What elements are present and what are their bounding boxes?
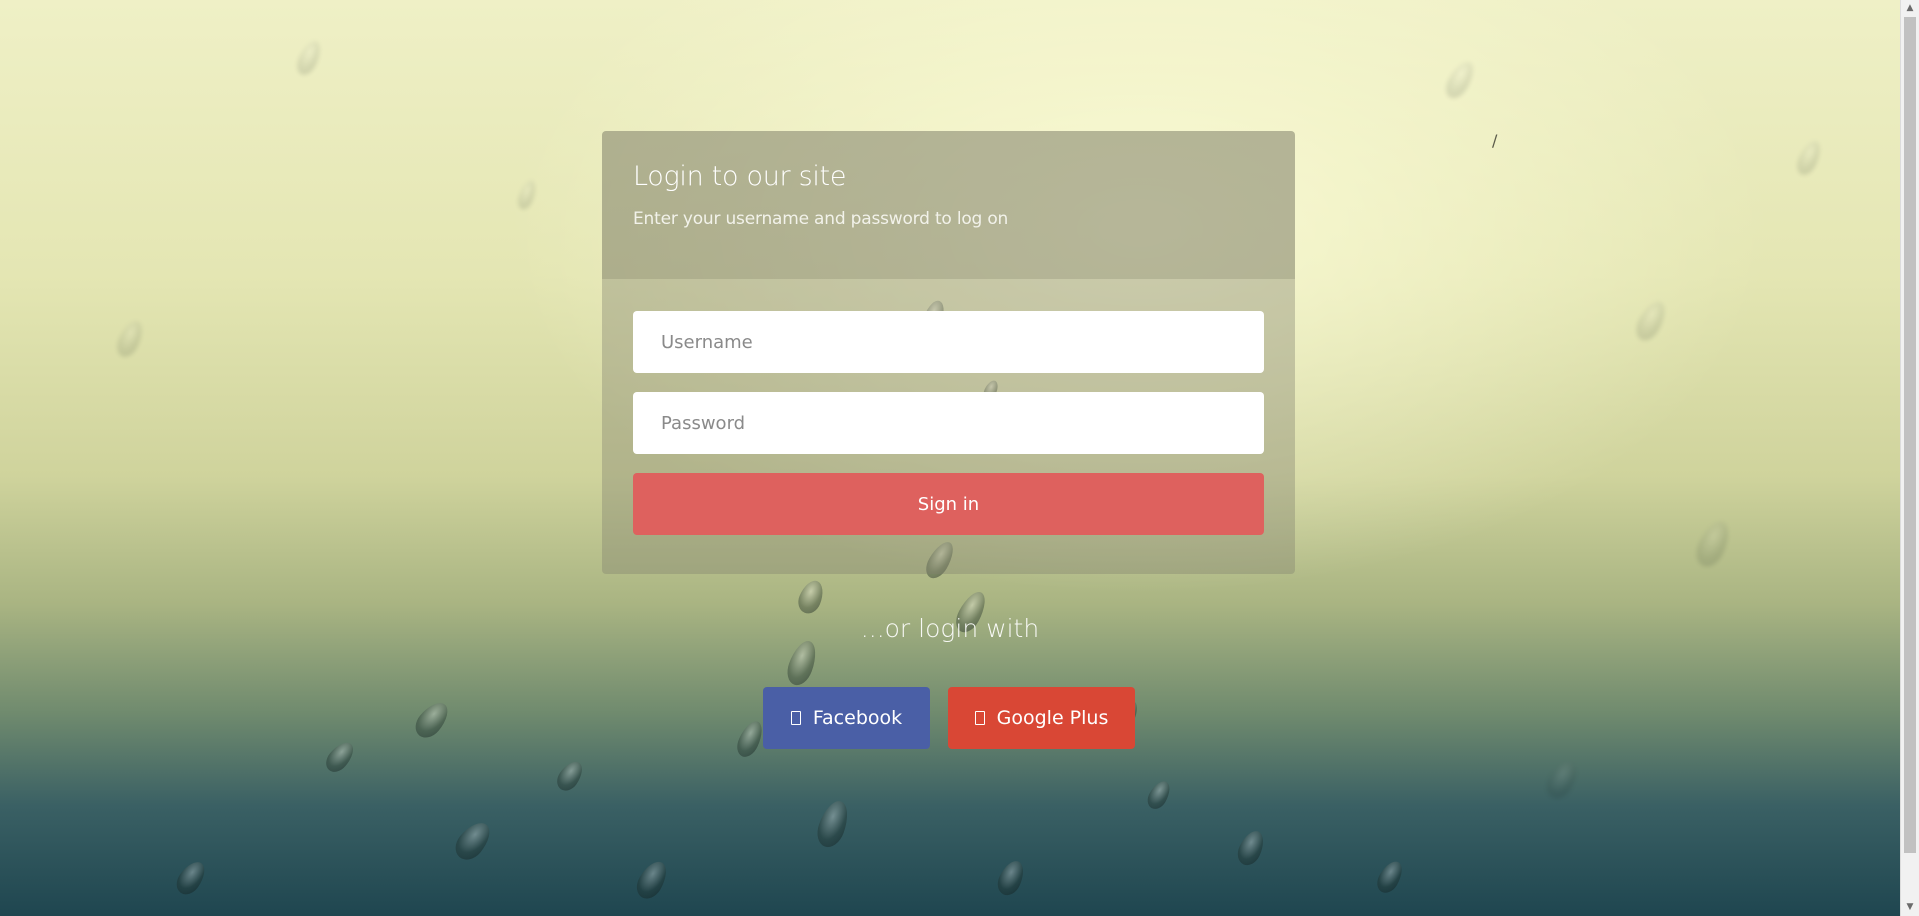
google-plus-login-button[interactable]: Google Plus — [948, 687, 1135, 749]
google-plus-icon — [974, 711, 985, 725]
vertical-scrollbar[interactable]: ▲ ▼ — [1900, 0, 1919, 916]
password-input[interactable] — [633, 392, 1264, 454]
scroll-down-arrow-icon[interactable]: ▼ — [1901, 899, 1919, 916]
login-form: Login to our site Enter your username an… — [602, 131, 1295, 574]
facebook-icon — [790, 711, 801, 725]
sign-in-button[interactable]: Sign in — [633, 473, 1264, 535]
login-subtitle: Enter your username and password to log … — [633, 209, 1009, 229]
facebook-label: Facebook — [812, 707, 903, 729]
scroll-up-arrow-icon[interactable]: ▲ — [1901, 0, 1919, 17]
login-title: Login to our site — [633, 161, 847, 192]
google-plus-label: Google Plus — [996, 707, 1109, 729]
stray-slash-text: / — [1492, 131, 1498, 150]
scrollbar-thumb[interactable] — [1904, 17, 1916, 853]
facebook-login-button[interactable]: Facebook — [763, 687, 930, 749]
username-input[interactable] — [633, 311, 1264, 373]
login-header: Login to our site Enter your username an… — [602, 131, 1295, 279]
or-login-with-text: ...or login with — [860, 614, 1040, 643]
login-body: Sign in — [602, 279, 1295, 574]
